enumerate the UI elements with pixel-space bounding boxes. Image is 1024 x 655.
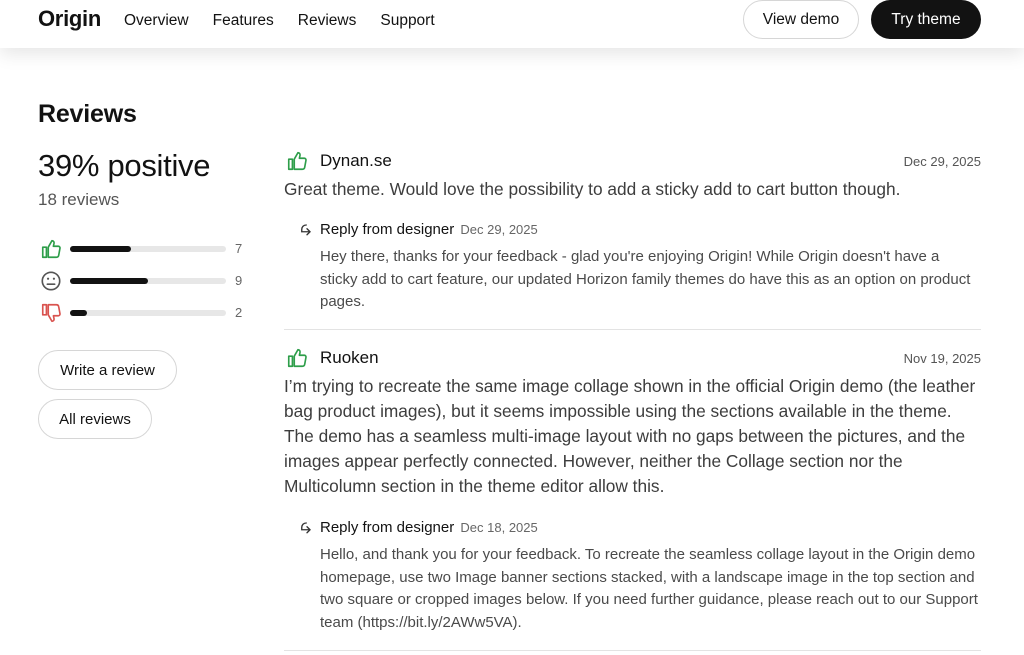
reply-label: Reply from designer <box>320 221 455 238</box>
reply-heading: Reply from designer Dec 29, 2025 <box>320 221 538 238</box>
top-nav-bar: Origin Overview Features Reviews Support… <box>0 0 1024 48</box>
review-body: Great theme. Would love the possibility … <box>284 179 901 199</box>
review-divider <box>284 650 981 651</box>
reply-body: Hey there, thanks for your feedback - gl… <box>320 248 971 310</box>
nav-overview[interactable]: Overview <box>124 12 189 30</box>
rating-row-positive: 7 <box>38 238 248 260</box>
rating-count-positive: 7 <box>235 241 243 256</box>
rating-count-neutral: 9 <box>235 273 243 288</box>
reply-label: Reply from designer <box>320 519 455 536</box>
review-item: Dynan.se Dec 29, 2025 Great theme. Would… <box>284 150 981 320</box>
rating-bar-fill <box>70 310 88 316</box>
review-date: Nov 19, 2025 <box>903 351 981 366</box>
rating-row-neutral: 9 <box>38 270 248 292</box>
reply-heading: Reply from designer Dec 18, 2025 <box>320 519 538 536</box>
review-author: Dynan.se <box>320 151 392 170</box>
review-divider <box>284 329 981 330</box>
thumbs-up-icon <box>287 151 307 171</box>
thumbs-down-icon <box>41 303 61 323</box>
main-nav: Overview Features Reviews Support <box>124 12 435 30</box>
review-item: Ruoken Nov 19, 2025 I’m trying to recrea… <box>284 347 981 642</box>
reply-body: Hello, and thank you for your feedback. … <box>320 546 978 631</box>
reviews-heading: Reviews <box>38 100 137 128</box>
review-author: Ruoken <box>320 348 379 367</box>
thumbs-up-icon <box>41 239 61 259</box>
review-count: 18 reviews <box>38 190 120 209</box>
thumbs-up-icon <box>287 348 307 368</box>
nav-reviews[interactable]: Reviews <box>298 12 357 30</box>
rating-bar-negative <box>70 310 226 316</box>
try-theme-button[interactable]: Try theme <box>871 0 981 39</box>
brand-logo[interactable]: Origin <box>38 6 101 32</box>
rating-bar-fill <box>70 246 131 252</box>
review-body: I’m trying to recreate the same image co… <box>284 376 976 496</box>
review-date: Dec 29, 2025 <box>903 154 981 169</box>
reply-date: Dec 18, 2025 <box>460 520 538 535</box>
reply-date: Dec 29, 2025 <box>460 222 538 237</box>
neutral-face-icon <box>41 271 61 291</box>
rating-row-negative: 2 <box>38 302 248 324</box>
view-demo-button[interactable]: View demo <box>743 0 859 39</box>
rating-count-negative: 2 <box>235 305 243 320</box>
reply-arrow-icon <box>301 224 311 236</box>
nav-features[interactable]: Features <box>213 12 274 30</box>
nav-support[interactable]: Support <box>380 12 434 30</box>
rating-bar-fill <box>70 278 148 284</box>
write-review-button[interactable]: Write a review <box>38 350 177 390</box>
rating-bar-neutral <box>70 278 226 284</box>
reply-arrow-icon <box>301 522 311 534</box>
rating-bar-positive <box>70 246 226 252</box>
percent-positive: 39% positive <box>38 148 211 183</box>
all-reviews-button[interactable]: All reviews <box>38 399 152 439</box>
